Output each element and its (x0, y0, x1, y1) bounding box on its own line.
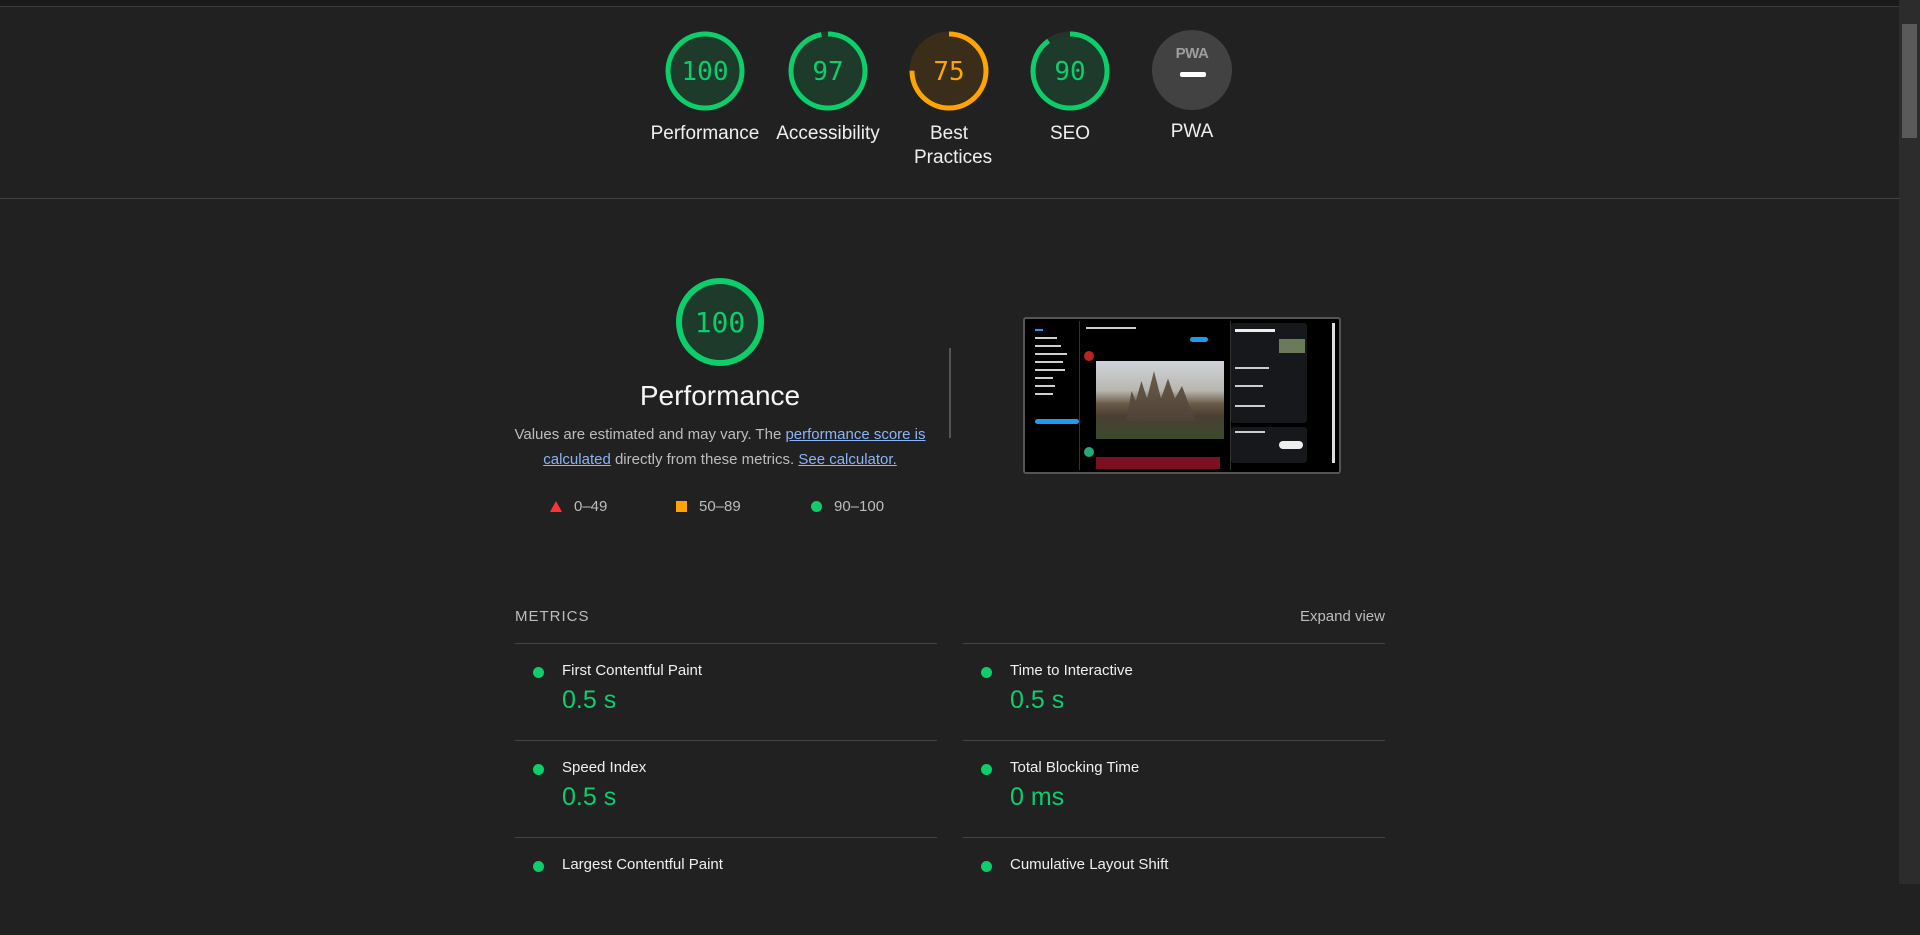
metric-name: Cumulative Layout Shift (1010, 856, 1169, 873)
scrollbar-thumb[interactable] (1902, 24, 1917, 138)
metric-value: 0.5 s (562, 783, 617, 811)
gauge-score: 90 (1054, 57, 1085, 87)
pass-circle-icon (981, 764, 992, 775)
metric-name: First Contentful Paint (562, 662, 703, 679)
pass-circle-icon (981, 861, 992, 872)
pwa-badge-text: PWA (1175, 45, 1209, 62)
category-gauges-header: 100 Performance 97 Accessibility 75 Best… (0, 6, 1899, 199)
legend-average: 50–89 (676, 498, 741, 515)
legend-label: 50–89 (699, 498, 741, 515)
legend-label: 0–49 (574, 498, 608, 515)
gauge-score: 97 (812, 57, 843, 87)
gauge-label: Best Practices (914, 123, 993, 168)
gauge-ring: 97 (788, 31, 868, 111)
gauge-ring: 100 (665, 31, 745, 111)
vertical-scrollbar[interactable] (1899, 0, 1920, 884)
dash-icon (1180, 72, 1206, 77)
gauge-label: Accessibility (776, 123, 880, 144)
performance-title: Performance (639, 380, 801, 411)
performance-score: 100 (695, 306, 746, 339)
gauge-pwa[interactable]: PWA PWA (1132, 30, 1252, 144)
description-text: Values are estimated and may vary. The (514, 426, 786, 443)
gauge-label: PWA (1170, 121, 1214, 142)
metric-time-to-interactive: Time to Interactive 0.5 s (963, 643, 1385, 741)
pass-circle-icon (533, 667, 544, 678)
metrics-title: METRICS (515, 608, 590, 625)
gauge-performance[interactable]: 100 Performance (645, 30, 765, 146)
pass-circle-icon (981, 667, 992, 678)
thumbnail-trends (1231, 323, 1307, 469)
pass-circle-icon (533, 764, 544, 775)
performance-description: Values are estimated and may vary. The p… (500, 422, 940, 472)
gauge-ring: 75 (909, 31, 989, 111)
metric-name: Time to Interactive (1010, 662, 1133, 679)
metric-value: 0.5 s (1010, 686, 1065, 714)
expand-view-button[interactable]: Expand view (1300, 608, 1385, 625)
triangle-icon (550, 501, 562, 512)
gauge-best-practices[interactable]: 75 Best Practices (889, 30, 1009, 170)
vertical-divider (949, 348, 951, 438)
thumbnail-feed (1079, 321, 1231, 470)
legend-fail: 0–49 (550, 498, 607, 515)
metric-speed-index: Speed Index 0.5 s (515, 740, 937, 838)
metrics-header: METRICS Expand view (515, 608, 1385, 628)
gauge-accessibility[interactable]: 97 Accessibility (768, 30, 888, 146)
metric-total-blocking-time: Total Blocking Time 0 ms (963, 740, 1385, 838)
gauge-seo[interactable]: 90 SEO (1010, 30, 1130, 146)
score-scale-legend: 0–49 50–89 90–100 (550, 498, 910, 520)
metric-value: 0.5 s (562, 686, 617, 714)
square-icon (676, 501, 687, 512)
pass-circle-icon (533, 861, 544, 872)
legend-pass: 90–100 (811, 498, 884, 515)
metric-name: Largest Contentful Paint (562, 856, 723, 873)
final-screenshot-thumbnail[interactable] (1023, 317, 1341, 474)
description-text: directly from these metrics. (610, 451, 799, 468)
performance-gauge: 100 (676, 278, 764, 366)
legend-label: 90–100 (834, 498, 885, 515)
metric-largest-contentful-paint: Largest Contentful Paint (515, 837, 937, 935)
see-calculator-link[interactable]: See calculator. (798, 451, 896, 468)
metric-name: Total Blocking Time (1010, 759, 1140, 776)
pwa-badge-icon: PWA (1152, 30, 1232, 110)
gauge-score: 100 (682, 57, 729, 87)
gauge-score: 75 (933, 57, 964, 87)
metric-cumulative-layout-shift: Cumulative Layout Shift (963, 837, 1385, 935)
gauge-label: SEO (1049, 123, 1091, 144)
metric-name: Speed Index (562, 759, 647, 776)
circle-icon (811, 501, 822, 512)
metric-value: 0 ms (1010, 783, 1065, 811)
gauge-label: Performance (650, 123, 760, 144)
performance-summary: 100 Performance Values are estimated and… (500, 276, 940, 472)
metric-first-contentful-paint: First Contentful Paint 0.5 s (515, 643, 937, 741)
thumbnail-sidebar (1029, 323, 1079, 463)
gauge-ring: 90 (1030, 31, 1110, 111)
